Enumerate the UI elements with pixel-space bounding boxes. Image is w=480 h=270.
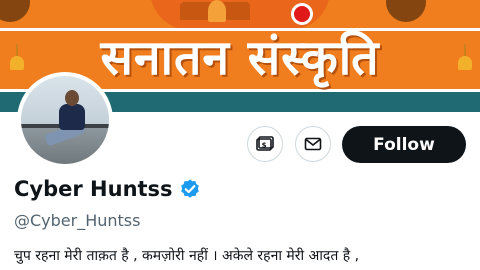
user-handle: @Cyber_Huntss (14, 211, 141, 230)
flag-illustration (208, 0, 226, 22)
name-row: Cyber Huntss (14, 174, 201, 204)
display-name: Cyber Huntss (14, 177, 173, 201)
verified-badge-icon[interactable] (179, 178, 201, 200)
avatar[interactable] (17, 72, 113, 168)
red-dot-ornament (294, 6, 310, 22)
bell-right-icon (458, 44, 472, 74)
subscribe-button[interactable]: $ (247, 126, 283, 162)
svg-text:$: $ (262, 142, 267, 150)
message-button[interactable] (295, 126, 331, 162)
subscription-icon: $ (256, 136, 274, 151)
profile-bio: चुप रहना मेरी ताक़त है , कमज़ोरी नहीं । … (14, 248, 360, 264)
follow-button[interactable]: Follow (342, 126, 466, 163)
envelope-icon (304, 137, 322, 151)
bell-left-icon (10, 44, 24, 74)
